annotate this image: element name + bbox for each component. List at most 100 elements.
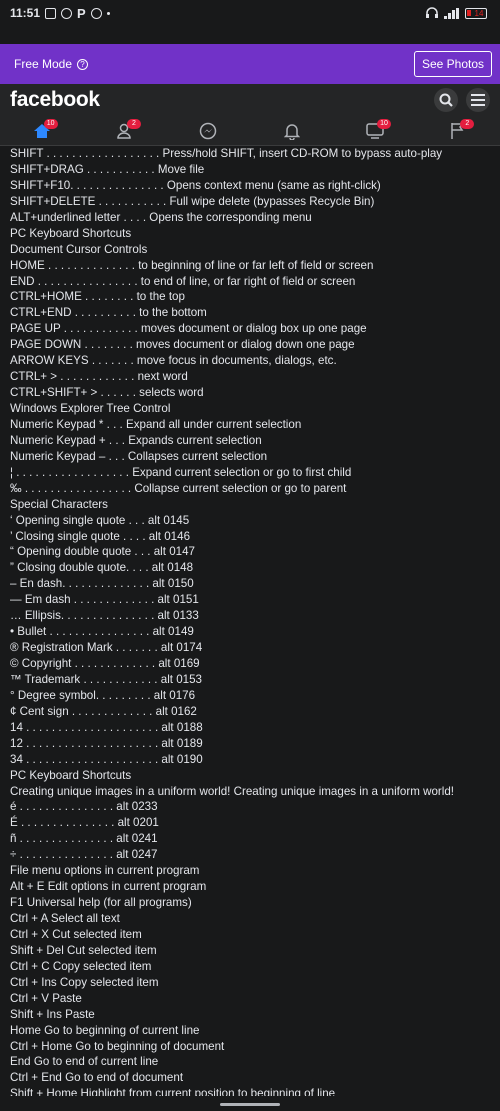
text-line: 14 . . . . . . . . . . . . . . . . . . .… xyxy=(10,720,203,734)
text-line: End Go to end of current line xyxy=(10,1055,159,1069)
text-line: ” Closing double quote. . . . alt 0148 xyxy=(10,561,194,575)
text-line: É . . . . . . . . . . . . . . . alt 0201 xyxy=(10,816,159,830)
facebook-icon xyxy=(61,7,73,19)
text-line: PC Keyboard Shortcuts xyxy=(10,226,132,240)
tab-friends-badge: 2 xyxy=(126,118,141,129)
text-line: ° Degree symbol. . . . . . . . . alt 017… xyxy=(10,688,196,702)
text-line: … Ellipsis. . . . . . . . . . . . . . . … xyxy=(10,609,199,623)
text-line: ¦ . . . . . . . . . . . . . . . . . . Ex… xyxy=(10,465,352,479)
post-content: SHIFT . . . . . . . . . . . . . . . . . … xyxy=(10,146,490,1096)
text-line: ‘ Opening single quote . . . alt 0145 xyxy=(10,513,190,527)
text-line: – En dash. . . . . . . . . . . . . . alt… xyxy=(10,577,194,591)
nav-bar: 10 2 10 2 xyxy=(0,116,500,146)
text-line: CTRL+SHIFT+ > . . . . . . selects word xyxy=(10,386,204,400)
text-line: CTRL+ > . . . . . . . . . . . . next wor… xyxy=(10,370,188,384)
menu-icon xyxy=(471,94,485,106)
see-photos-button[interactable]: See Photos xyxy=(413,51,492,77)
search-icon xyxy=(439,93,453,107)
tab-pages-badge: 2 xyxy=(460,118,475,129)
tab-friends[interactable]: 2 xyxy=(110,118,141,143)
text-line: CTRL+END . . . . . . . . . . to the bott… xyxy=(10,306,207,320)
text-line: ÷ . . . . . . . . . . . . . . . alt 0247 xyxy=(10,848,158,862)
text-line: ñ . . . . . . . . . . . . . . . alt 0241 xyxy=(10,832,158,846)
text-line: Numeric Keypad + . . . Expands current s… xyxy=(10,433,262,447)
status-time: 11:51 xyxy=(10,6,41,20)
menu-button[interactable] xyxy=(466,88,490,112)
text-line: ® Registration Mark . . . . . . . alt 01… xyxy=(10,641,203,655)
text-line: Ctrl + Home Go to beginning of document xyxy=(10,1039,225,1053)
text-line: é . . . . . . . . . . . . . . . alt 0233 xyxy=(10,800,158,814)
status-right: 14 xyxy=(425,7,490,19)
text-line: 12 . . . . . . . . . . . . . . . . . . .… xyxy=(10,736,203,750)
free-mode-label-group: Free Mode ? xyxy=(14,57,89,71)
text-line: Document Cursor Controls xyxy=(10,242,148,256)
bell-icon xyxy=(283,123,300,140)
tab-notifications[interactable] xyxy=(277,119,307,143)
text-line: ARROW KEYS . . . . . . . move focus in d… xyxy=(10,354,337,368)
text-line: File menu options in current program xyxy=(10,864,200,878)
text-line: SHIFT . . . . . . . . . . . . . . . . . … xyxy=(10,147,443,160)
p-icon: P xyxy=(77,5,86,21)
text-line: © Copyright . . . . . . . . . . . . . al… xyxy=(10,657,200,670)
signal-icon xyxy=(444,7,460,19)
tab-watch-badge: 10 xyxy=(376,118,391,129)
text-line: ‰ . . . . . . . . . . . . . . . . . Coll… xyxy=(10,481,347,495)
text-line: PAGE DOWN . . . . . . . . moves document… xyxy=(10,338,355,352)
text-line: Numeric Keypad * . . . Expand all under … xyxy=(10,417,302,431)
text-line: 34 . . . . . . . . . . . . . . . . . . .… xyxy=(10,752,203,766)
text-line: END . . . . . . . . . . . . . . . . to e… xyxy=(10,274,356,288)
text-line: Ctrl + C Copy selected item xyxy=(10,959,152,973)
battery-icon xyxy=(465,7,487,19)
search-button[interactable] xyxy=(434,88,458,112)
tab-home-badge: 10 xyxy=(43,118,58,129)
messenger-icon xyxy=(200,122,217,139)
message-icon xyxy=(45,7,57,19)
text-line: Ctrl + End Go to end of document xyxy=(10,1071,184,1085)
text-line: ALT+underlined letter . . . . Opens the … xyxy=(10,210,312,224)
facebook-header: facebook xyxy=(0,84,500,116)
tab-messenger[interactable] xyxy=(193,119,223,143)
text-line: Ctrl + X Cut selected item xyxy=(10,927,142,941)
header-buttons xyxy=(434,88,490,112)
text-line: Home Go to beginning of current line xyxy=(10,1023,200,1037)
text-line: Ctrl + V Paste xyxy=(10,991,82,1005)
status-left: 11:51 P xyxy=(10,6,110,21)
text-line: ™ Trademark . . . . . . . . . . . . alt … xyxy=(10,672,203,686)
text-line: F1 Universal help (for all programs) xyxy=(10,896,192,910)
text-line: ’ Closing single quote . . . . alt 0146 xyxy=(10,529,191,543)
text-line: Windows Explorer Tree Control xyxy=(10,402,171,415)
help-icon[interactable]: ? xyxy=(77,58,89,70)
shield-icon xyxy=(90,7,102,19)
text-line: “ Opening double quote . . . alt 0147 xyxy=(10,545,195,559)
text-line: • Bullet . . . . . . . . . . . . . . . .… xyxy=(10,625,194,639)
text-line: HOME . . . . . . . . . . . . . . to begi… xyxy=(10,258,374,272)
dot-icon xyxy=(106,11,110,15)
text-line: SHIFT+F10. . . . . . . . . . . . . . . O… xyxy=(10,178,381,192)
status-gap xyxy=(0,26,500,44)
text-line: — Em dash . . . . . . . . . . . . . alt … xyxy=(10,593,199,607)
free-mode-bar: Free Mode ? See Photos xyxy=(0,44,500,84)
text-line: Numeric Keypad – . . . Collapses current… xyxy=(10,449,268,463)
text-line: Shift + Home Highlight from current posi… xyxy=(10,1087,336,1096)
facebook-logo[interactable]: facebook xyxy=(10,88,100,112)
headset-icon xyxy=(426,7,438,18)
text-line: Shift + Del Cut selected item xyxy=(10,943,157,957)
text-line: Special Characters xyxy=(10,497,108,511)
text-line: ¢ Cent sign . . . . . . . . . . . . . al… xyxy=(10,704,197,718)
text-line: Ctrl + A Select all text xyxy=(10,912,120,925)
text-line: Ctrl + Ins Copy selected item xyxy=(10,975,159,989)
text-line: Creating unique images in a uniform worl… xyxy=(10,784,455,798)
tab-watch[interactable]: 10 xyxy=(360,118,391,143)
status-bar: 11:51 P 14 xyxy=(0,0,500,26)
tab-home[interactable]: 10 xyxy=(27,118,58,143)
text-line: SHIFT+DRAG . . . . . . . . . . . Move fi… xyxy=(10,162,205,176)
text-line: Alt + E Edit options in current program xyxy=(10,880,207,894)
text-line: CTRL+HOME . . . . . . . . to the top xyxy=(10,290,185,304)
text-line: Shift + Ins Paste xyxy=(10,1007,95,1021)
tab-pages[interactable]: 2 xyxy=(443,118,475,143)
text-line: PAGE UP . . . . . . . . . . . . moves do… xyxy=(10,322,367,336)
free-mode-label: Free Mode xyxy=(14,57,73,71)
home-indicator[interactable] xyxy=(220,1103,280,1106)
text-line: PC Keyboard Shortcuts xyxy=(10,768,132,782)
text-line: SHIFT+DELETE . . . . . . . . . . . Full … xyxy=(10,194,375,208)
